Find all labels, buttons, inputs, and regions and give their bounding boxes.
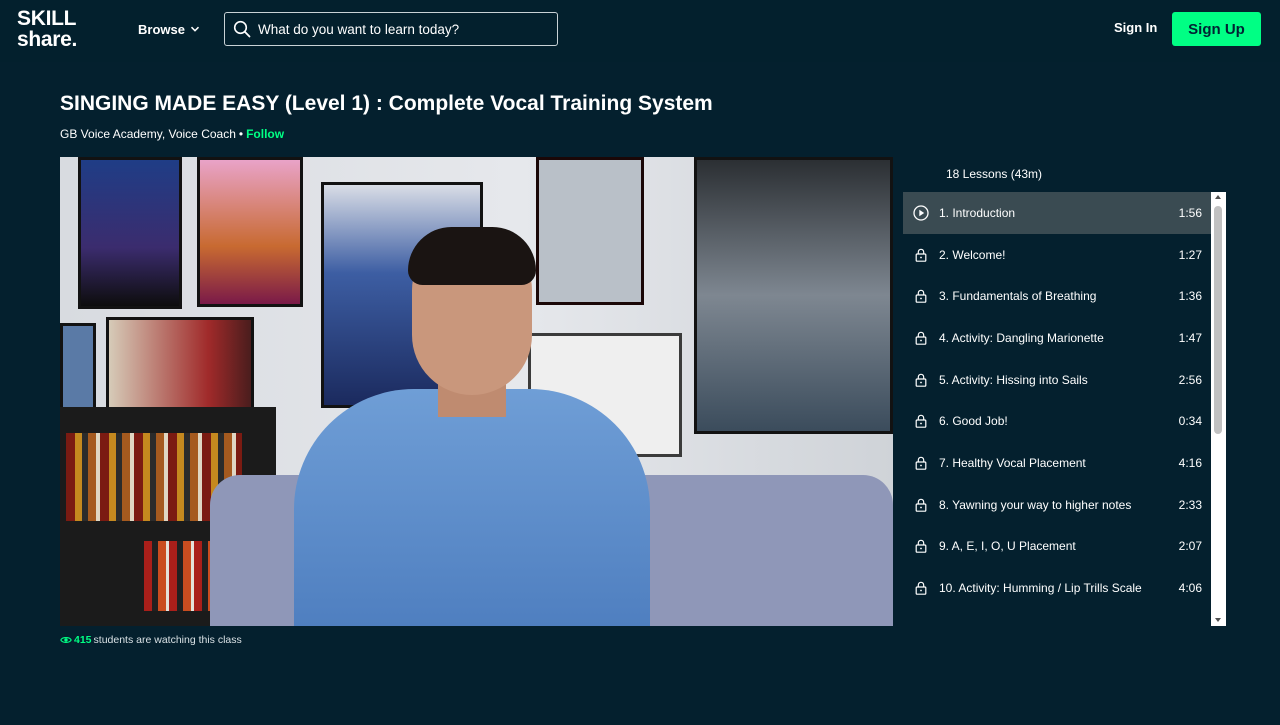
search-icon (233, 20, 251, 38)
lock-icon (913, 247, 929, 263)
lesson-item[interactable]: 6. Good Job! 0:34 (903, 400, 1211, 442)
sign-in-link[interactable]: Sign In (1114, 20, 1157, 35)
viewer-text: students are watching this class (93, 634, 242, 646)
poster-dancer-frame (536, 157, 644, 305)
lesson-title: 1. Introduction (939, 205, 1016, 220)
lesson-duration: 0:34 (1178, 414, 1202, 429)
lesson-title: 8. Yawning your way to higher notes (939, 497, 1132, 512)
follow-button[interactable]: Follow (246, 127, 284, 141)
lesson-title: 9. A, E, I, O, U Placement (939, 539, 1076, 554)
class-title: SINGING MADE EASY (Level 1) : Complete V… (60, 92, 713, 115)
browse-label: Browse (138, 21, 185, 37)
lock-icon (913, 288, 929, 304)
lesson-item[interactable]: 2. Welcome! 1:27 (903, 234, 1211, 276)
lesson-item[interactable]: 5. Activity: Hissing into Sails 2:56 (903, 359, 1211, 401)
lesson-duration: 4:16 (1178, 455, 1202, 470)
chevron-down-icon (190, 26, 199, 32)
search-bar[interactable] (224, 12, 558, 46)
lesson-title: 3. Fundamentals of Breathing (939, 289, 1097, 304)
lesson-item[interactable]: 4. Activity: Dangling Marionette 1:47 (903, 317, 1211, 359)
lesson-title: 6. Good Job! (939, 414, 1008, 429)
skillshare-logo[interactable]: SKILL share. (17, 8, 107, 54)
lock-icon (913, 413, 929, 429)
logo-line-2: share. (17, 28, 78, 51)
lesson-list-scrollbar[interactable] (1211, 192, 1226, 626)
lesson-duration: 2:07 (1178, 539, 1202, 554)
lessons-summary: 18 Lessons (43m) (946, 167, 1043, 181)
viewer-count: 415 (74, 634, 92, 646)
lesson-duration: 2:56 (1178, 372, 1202, 387)
lesson-item[interactable]: 8. Yawning your way to higher notes 2:33 (903, 484, 1211, 526)
play-icon (913, 205, 929, 221)
search-input[interactable] (258, 21, 548, 37)
lesson-title: 4. Activity: Dangling Marionette (939, 330, 1104, 345)
lesson-duration: 1:27 (1178, 247, 1202, 262)
poster-bombay-dreams (197, 157, 303, 307)
lesson-item[interactable]: 10. Activity: Humming / Lip Trills Scale… (903, 567, 1211, 609)
poster-evita-small (106, 317, 254, 411)
separator-dot: • (238, 127, 244, 141)
scroll-up-arrow[interactable] (1215, 195, 1221, 199)
lock-icon (913, 330, 929, 346)
lesson-title: 10. Activity: Humming / Lip Trills Scale (939, 581, 1142, 596)
poster-small-left (60, 323, 96, 411)
scrollbar-thumb[interactable] (1214, 206, 1222, 434)
lock-icon (913, 538, 929, 554)
lesson-duration: 2:33 (1178, 497, 1202, 512)
lesson-title: 5. Activity: Hissing into Sails (939, 372, 1088, 387)
lock-icon (913, 455, 929, 471)
teacher-name[interactable]: GB Voice Academy, Voice Coach (60, 127, 236, 141)
lesson-title: 7. Healthy Vocal Placement (939, 455, 1086, 470)
lesson-item[interactable]: 3. Fundamentals of Breathing 1:36 (903, 275, 1211, 317)
poster-evita (78, 157, 182, 309)
scroll-down-arrow[interactable] (1215, 618, 1221, 622)
presenter-hair (408, 227, 536, 285)
top-navigation-bar: SKILL share. Browse Sign In Sign Up (0, 0, 1280, 62)
live-viewers-indicator: 415 students are watching this class (60, 634, 242, 646)
lesson-item[interactable]: 9. A, E, I, O, U Placement 2:07 (903, 526, 1211, 568)
lesson-duration: 1:56 (1178, 205, 1202, 220)
lesson-item[interactable]: 7. Healthy Vocal Placement 4:16 (903, 442, 1211, 484)
lesson-duration: 4:06 (1178, 581, 1202, 596)
lesson-list[interactable]: 1. Introduction 1:56 2. Welcome! 1:27 3. Fun… (903, 192, 1226, 626)
eye-icon (60, 637, 72, 643)
lesson-duration: 1:36 (1178, 289, 1202, 304)
lock-icon (913, 580, 929, 596)
lesson-duration: 1:47 (1178, 330, 1202, 345)
lock-icon (913, 497, 929, 513)
lesson-title: 2. Welcome! (939, 247, 1006, 262)
teacher-info: GB Voice Academy, Voice Coach • Follow (60, 127, 284, 141)
logo-line-1: SKILL (17, 7, 77, 30)
lock-icon (913, 372, 929, 388)
presenter-shirt (294, 389, 650, 626)
browse-menu-button[interactable]: Browse (138, 20, 200, 38)
poster-unwritten (694, 157, 893, 434)
video-player[interactable] (60, 157, 893, 626)
lesson-item[interactable]: 1. Introduction 1:56 (903, 192, 1211, 234)
sign-up-button[interactable]: Sign Up (1172, 12, 1261, 46)
